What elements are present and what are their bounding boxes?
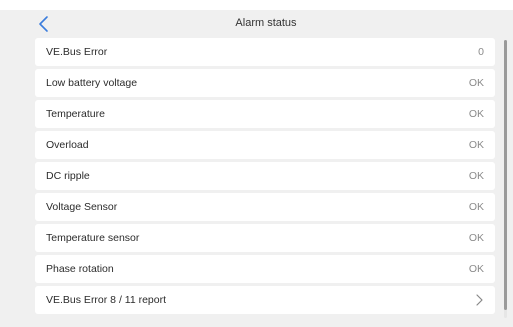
list-item-label: Temperature sensor [46,232,140,244]
list-item-voltage-sensor[interactable]: Voltage Sensor OK [35,193,495,221]
list-item-value: OK [468,170,484,182]
page-title: Alarm status [235,17,297,29]
scrollbar-thumb[interactable] [504,40,507,310]
list-item-value: 0 [478,46,484,58]
chevron-right-icon [476,294,483,306]
alarm-list: VE.Bus Error 0 Low battery voltage OK Te… [35,38,495,317]
list-item-overload[interactable]: Overload OK [35,131,495,159]
list-item-dc-ripple[interactable]: DC ripple OK [35,162,495,190]
list-item-temperature-sensor[interactable]: Temperature sensor OK [35,224,495,252]
list-item-value: OK [468,108,484,120]
list-item-vebus-error-report[interactable]: VE.Bus Error 8 / 11 report [35,286,495,314]
status-bar [0,0,513,10]
list-item-value: OK [468,77,484,89]
list-item-label: VE.Bus Error 8 / 11 report [46,294,167,306]
list-item-value: OK [468,139,484,151]
list-item-temperature[interactable]: Temperature OK [35,100,495,128]
list-item-vebus-error[interactable]: VE.Bus Error 0 [35,38,495,66]
list-item-value: OK [468,263,484,275]
list-item-label: Overload [46,139,89,151]
list-item-label: Low battery voltage [46,77,138,89]
list-item-label: DC ripple [46,170,90,182]
list-item-low-battery-voltage[interactable]: Low battery voltage OK [35,69,495,97]
list-item-label: VE.Bus Error [46,46,108,58]
list-item-value: OK [468,201,484,213]
list-item-label: Temperature [46,108,105,120]
list-item-label: Phase rotation [46,263,114,275]
header: Alarm status [24,12,508,36]
list-item-phase-rotation[interactable]: Phase rotation OK [35,255,495,283]
list-item-label: Voltage Sensor [46,201,118,213]
list-item-value: OK [468,232,484,244]
